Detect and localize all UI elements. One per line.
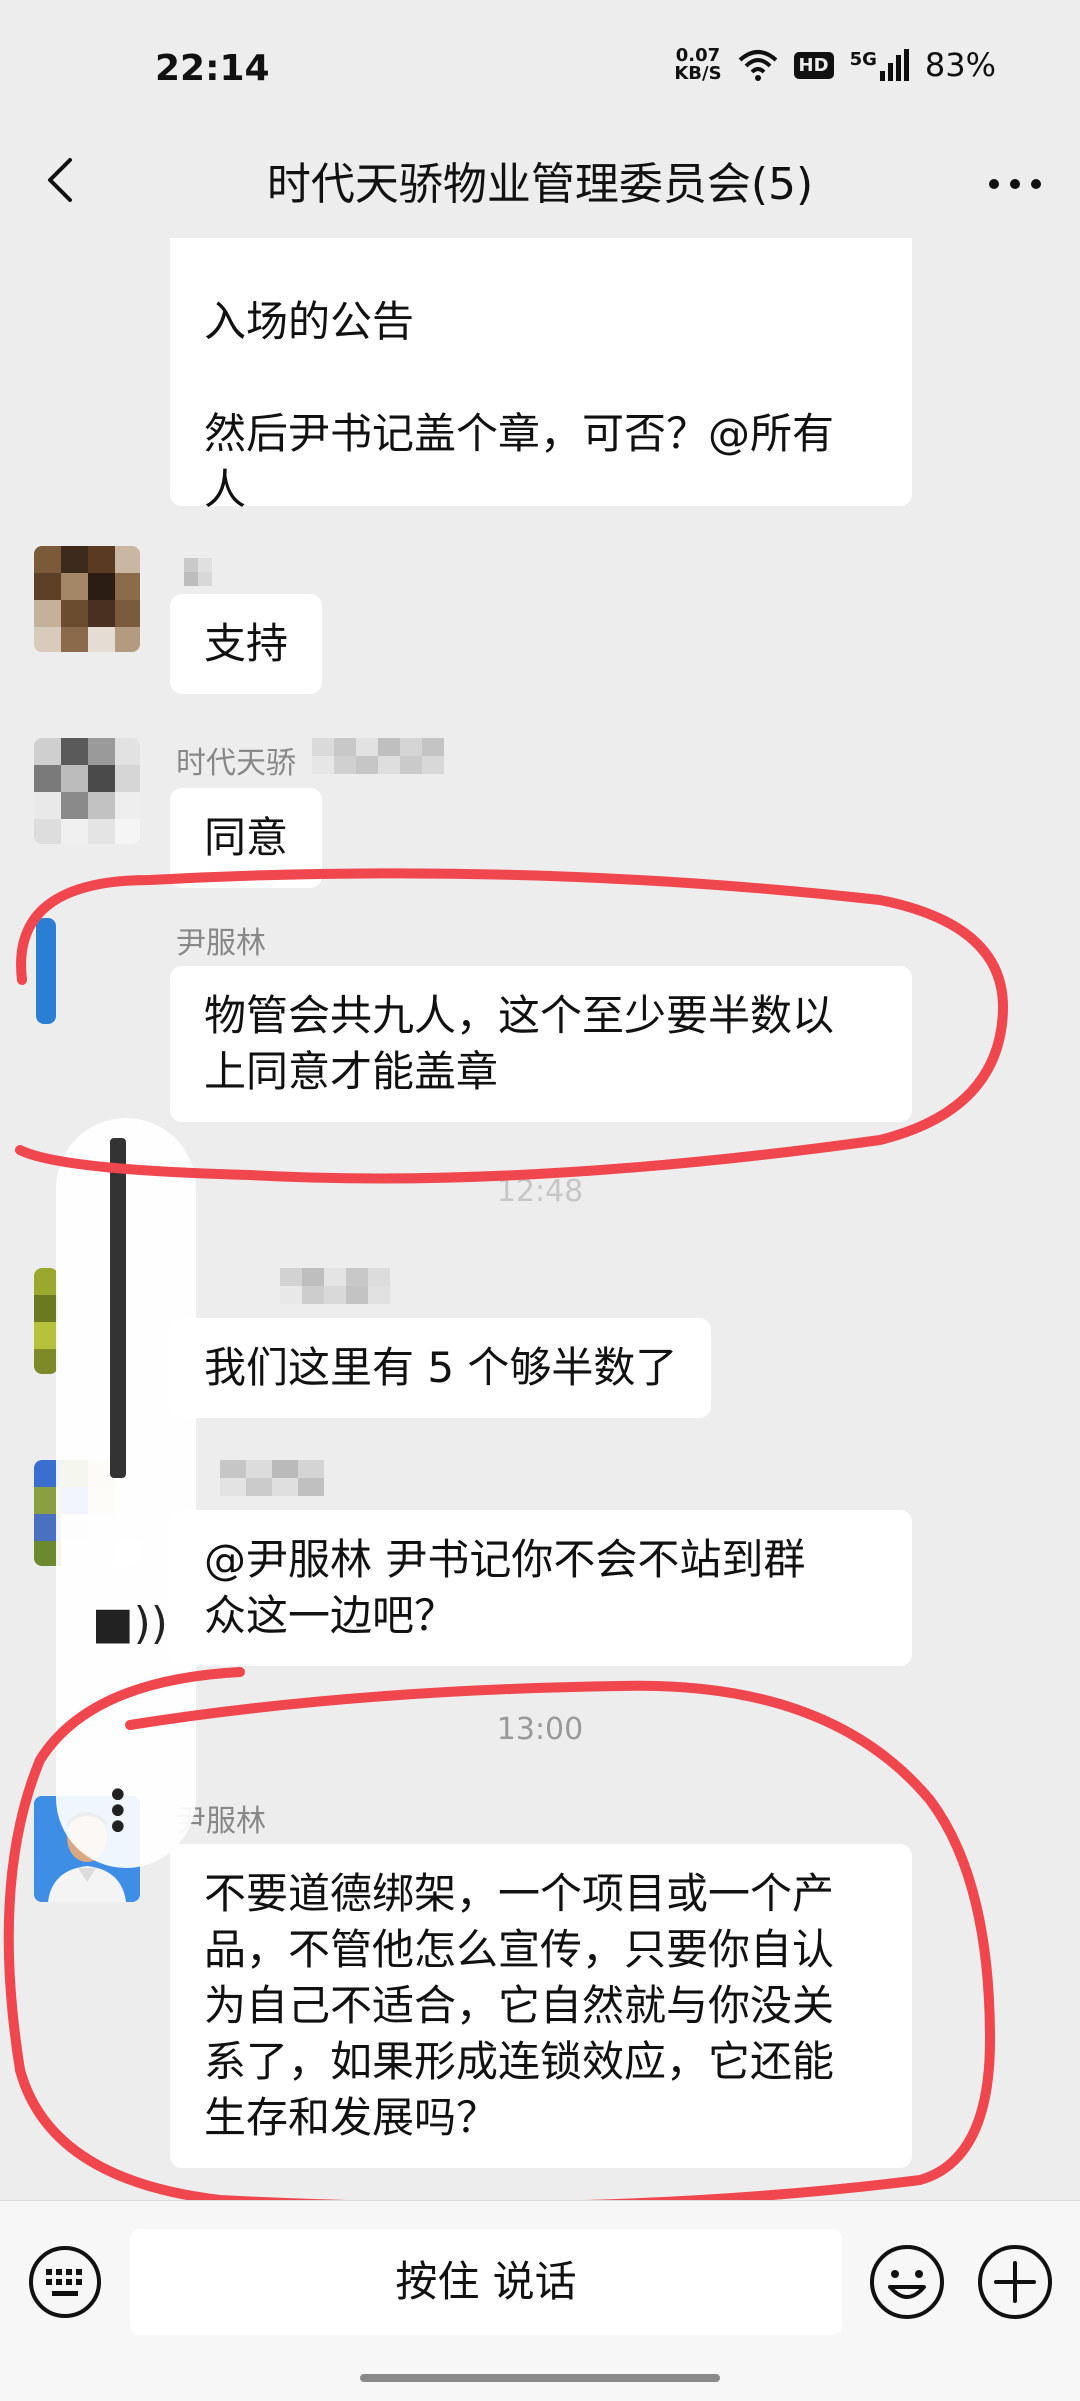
chat-title: 时代天骄物业管理委员会(5) <box>266 159 814 210</box>
status-time: 22:14 <box>155 48 270 89</box>
hd-badge: HD <box>793 51 834 79</box>
sender-name-pixelated <box>220 1460 324 1496</box>
message-bubble[interactable]: 入场的公告 然后尹书记盖个章，可否？@所有 人 <box>170 238 912 514</box>
avatar[interactable] <box>34 546 140 652</box>
network-speed: 0.07 KB/S <box>674 45 722 84</box>
message-bubble[interactable]: 支持 <box>170 594 323 694</box>
signal-icon: 5G <box>850 49 909 81</box>
sender-name: 时代天骄 <box>176 746 296 781</box>
message-bubble[interactable]: @尹服林 尹书记你不会不站到群 众这一边吧？ <box>170 1510 912 1666</box>
avatar[interactable] <box>36 918 56 1024</box>
avatar[interactable] <box>34 1268 58 1374</box>
plus-icon[interactable] <box>976 2243 1054 2321</box>
message-bubble[interactable]: 同意 <box>170 788 323 888</box>
floating-control-bar[interactable]: ■)) • • • <box>56 1118 196 1868</box>
sender-name: 尹服林 <box>176 926 266 961</box>
more-options-icon[interactable] <box>980 154 1050 214</box>
wifi-icon <box>738 50 777 81</box>
sender-name-pixelated <box>280 1268 390 1304</box>
chat-header: 时代天骄物业管理委员会(5) <box>0 130 1080 238</box>
avatar[interactable] <box>34 738 140 844</box>
status-indicators: 0.07 KB/S HD 5G 83% <box>674 46 996 84</box>
battery-percent: 83% <box>924 46 996 84</box>
message-bubble[interactable]: 我们这里有 5 个够半数了 <box>170 1318 712 1418</box>
vertical-more-icon[interactable]: • • • <box>106 1776 130 1848</box>
network-type: 5G <box>849 49 877 70</box>
emoji-icon[interactable] <box>868 2243 946 2321</box>
message-list[interactable]: 入场的公告 然后尹书记盖个章，可否？@所有 人 支持 时代天骄 同意 尹服林 物… <box>0 238 1080 2200</box>
speaker-icon[interactable]: ■)) <box>92 1598 168 1649</box>
keyboard-icon[interactable] <box>28 2245 102 2319</box>
sender-name-pixelated <box>184 558 212 586</box>
home-indicator[interactable] <box>360 2374 720 2382</box>
message-bubble[interactable]: 物管会共九人，这个至少要半数以 上同意才能盖章 <box>170 966 912 1122</box>
input-bar: 按住 说话 <box>0 2200 1080 2401</box>
status-bar: 22:14 0.07 KB/S HD 5G 83% <box>0 0 1080 130</box>
hold-to-talk-button[interactable]: 按住 说话 <box>130 2229 842 2335</box>
message-bubble[interactable]: 不要道德绑架，一个项目或一个产 品，不管他怎么宣传，只要你自认 为自己不适合，它… <box>170 1844 912 2168</box>
sender-name-pixelated <box>312 738 444 774</box>
cut-off-text <box>204 238 878 294</box>
drag-handle[interactable] <box>110 1138 126 1478</box>
